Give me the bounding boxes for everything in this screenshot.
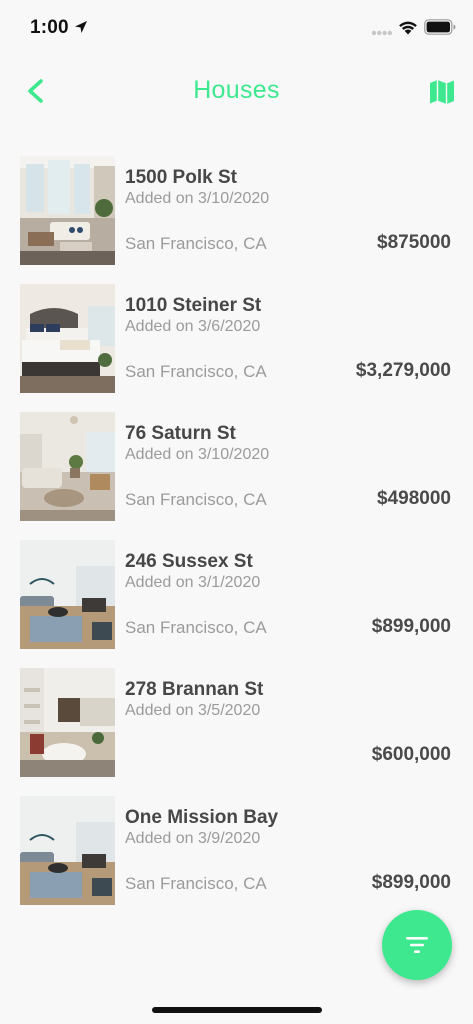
listing-list: 1500 Polk St Added on 3/10/2020 San Fran… — [0, 155, 473, 923]
filter-button[interactable] — [382, 910, 452, 980]
listing-city: San Francisco, CA — [125, 362, 267, 381]
listing-address: 76 Saturn St — [125, 423, 236, 444]
house-photo — [20, 668, 115, 777]
listing-added-date: Added on 3/1/2020 — [125, 574, 261, 591]
houses-screen: 1:00 Houses 1500 Polk St Added on 3/10/2… — [0, 0, 473, 1024]
listing-city: San Francisco, CA — [125, 874, 267, 893]
listing-price: $3,279,000 — [355, 360, 451, 381]
listing-added-date: Added on 3/6/2020 — [125, 318, 261, 335]
battery-icon — [424, 19, 456, 35]
listing-price: $899,000 — [371, 872, 451, 893]
status-bar: 1:00 — [0, 0, 473, 58]
listing-address: 278 Brannan St — [125, 679, 264, 700]
house-photo — [20, 796, 115, 905]
listing-city: San Francisco, CA — [125, 490, 267, 509]
page-title: Houses — [193, 76, 280, 104]
listing-item[interactable]: 1500 Polk St Added on 3/10/2020 San Fran… — [0, 155, 473, 283]
listing-price: $600,000 — [371, 744, 451, 765]
listing-price: $875000 — [377, 232, 451, 253]
signal-dots-icon — [371, 30, 393, 36]
status-time: 1:00 — [30, 17, 69, 38]
listing-item[interactable]: 1010 Steiner St Added on 3/6/2020 San Fr… — [0, 283, 473, 411]
wifi-icon — [399, 21, 417, 35]
listing-added-date: Added on 3/5/2020 — [125, 702, 261, 719]
listing-added-date: Added on 3/9/2020 — [125, 830, 261, 847]
listing-address: 1010 Steiner St — [125, 295, 262, 316]
location-arrow-icon — [75, 21, 87, 33]
home-indicator — [152, 1007, 322, 1013]
listing-address: One Mission Bay — [125, 807, 279, 828]
listing-city: San Francisco, CA — [125, 234, 267, 253]
listing-item[interactable]: One Mission Bay Added on 3/9/2020 San Fr… — [0, 795, 473, 923]
house-photo — [20, 156, 115, 265]
listing-added-date: Added on 3/10/2020 — [125, 190, 270, 207]
listing-address: 246 Sussex St — [125, 551, 253, 572]
listing-price: $498000 — [377, 488, 451, 509]
listing-city: San Francisco, CA — [125, 618, 267, 637]
filter-icon — [406, 937, 428, 953]
listing-item[interactable]: 76 Saturn St Added on 3/10/2020 San Fran… — [0, 411, 473, 539]
house-photo — [20, 540, 115, 649]
listing-item[interactable]: 246 Sussex St Added on 3/1/2020 San Fran… — [0, 539, 473, 667]
house-photo — [20, 412, 115, 521]
listing-added-date: Added on 3/10/2020 — [125, 446, 270, 463]
listing-price: $899,000 — [371, 616, 451, 637]
navigation-bar: Houses — [0, 62, 473, 120]
house-photo — [20, 284, 115, 393]
listing-item[interactable]: 278 Brannan St Added on 3/5/2020 $600,00… — [0, 667, 473, 795]
map-icon[interactable] — [429, 78, 455, 106]
listing-address: 1500 Polk St — [125, 167, 237, 188]
